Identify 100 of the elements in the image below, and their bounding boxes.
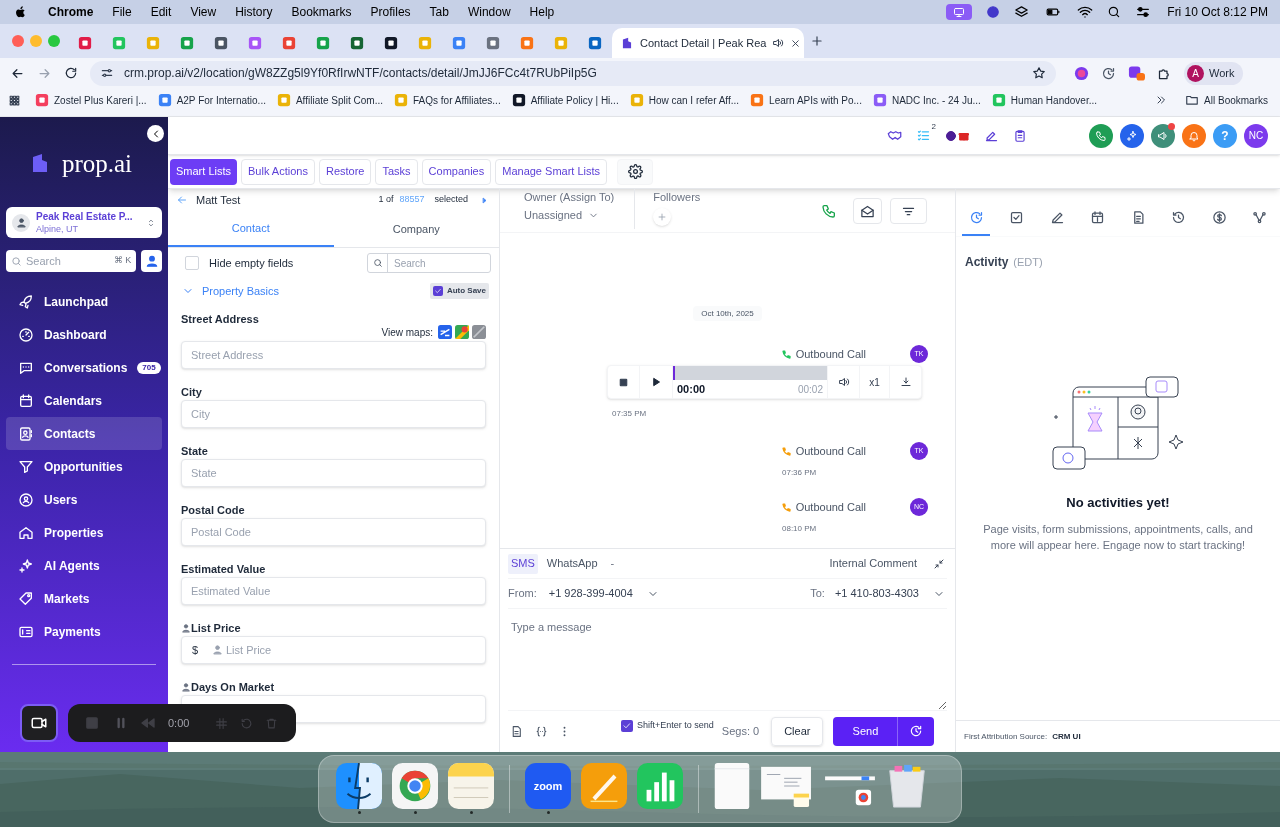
- send-button[interactable]: Send: [833, 716, 898, 746]
- bookmark[interactable]: Zostel Plus Kareri |...: [35, 92, 147, 108]
- schedule-button[interactable]: [897, 716, 935, 746]
- circle-icon[interactable]: [945, 129, 957, 142]
- bookmark[interactable]: A2P For Internatio...: [157, 92, 266, 108]
- toolbar-tab[interactable]: Manage Smart Lists: [495, 158, 608, 185]
- filter-button[interactable]: [890, 198, 927, 224]
- menu-item[interactable]: Edit: [150, 3, 172, 21]
- apple-menu-icon[interactable]: [14, 5, 28, 19]
- sidebar-item[interactable]: Properties: [6, 516, 162, 549]
- browser-tab[interactable]: Contact Detail | Peak Rea: [612, 28, 804, 58]
- location-switcher[interactable]: Peak Real Estate P... Alpine, UT: [6, 207, 162, 238]
- screen-share-icon[interactable]: [946, 4, 973, 20]
- user-avatar[interactable]: NC: [1244, 123, 1268, 148]
- site-settings-icon[interactable]: [100, 66, 114, 80]
- menu-item[interactable]: View: [190, 3, 217, 21]
- email-button[interactable]: [853, 198, 882, 224]
- panel-tab[interactable]: Contact: [168, 212, 334, 247]
- call-button[interactable]: [1089, 123, 1113, 148]
- checkbox[interactable]: [185, 256, 199, 270]
- speed-button[interactable]: x1: [859, 366, 889, 398]
- to-dropdown[interactable]: To: +1 410-803-4303: [810, 585, 947, 602]
- menu-item[interactable]: File: [112, 3, 132, 21]
- owner-dropdown[interactable]: Unassigned: [524, 207, 615, 224]
- apps-icon[interactable]: [8, 93, 21, 107]
- braces-icon[interactable]: [535, 724, 548, 738]
- smiling-face-app-icon[interactable]: [336, 763, 382, 809]
- search-field[interactable]: Search ⌘ K: [6, 250, 137, 272]
- sidebar-item[interactable]: Payments: [6, 615, 162, 648]
- channel-tab[interactable]: SMS: [508, 553, 538, 574]
- channel-tab[interactable]: WhatsApp: [543, 553, 601, 574]
- bookmark-star-icon[interactable]: [1032, 66, 1046, 80]
- input-field[interactable]: City: [181, 400, 486, 428]
- bar-chart-app-icon[interactable]: [637, 763, 683, 809]
- bookmark[interactable]: FAQs for Affiliates...: [394, 92, 501, 108]
- announcements-button[interactable]: [1151, 123, 1175, 148]
- sidebar-item[interactable]: Opportunities: [6, 450, 162, 483]
- sidebar-item[interactable]: Markets: [6, 582, 162, 615]
- control-center-icon[interactable]: [1135, 4, 1152, 20]
- settings-button[interactable]: [617, 158, 654, 185]
- sidebar-item[interactable]: AI Agents: [6, 549, 162, 582]
- clipboard-icon[interactable]: [1013, 128, 1027, 143]
- input-field[interactable]: State: [181, 459, 486, 487]
- sidebar-item[interactable]: Launchpad: [6, 285, 162, 318]
- phone-icon[interactable]: [821, 203, 837, 219]
- panel-tab[interactable]: Company: [333, 212, 499, 247]
- checkbox[interactable]: [432, 286, 443, 296]
- toolbar-tab[interactable]: Bulk Actions: [241, 158, 315, 185]
- progress-track[interactable]: 00:00 00:02: [673, 366, 827, 398]
- trash-can-icon[interactable]: [886, 763, 928, 809]
- all-bookmarks-button[interactable]: All Bookmarks: [1185, 92, 1268, 108]
- toolbar-tab[interactable]: Smart Lists: [170, 158, 237, 185]
- sidebar-item[interactable]: Contacts: [6, 417, 162, 450]
- browser-app-icon[interactable]: [392, 763, 438, 809]
- sidebar-item[interactable]: Dashboard: [6, 318, 162, 351]
- menu-item[interactable]: Tab: [429, 3, 449, 21]
- new-tab-icon[interactable]: [810, 34, 824, 48]
- bookmark[interactable]: Affiliate Policy | Hi...: [511, 92, 619, 108]
- search-icon[interactable]: [1107, 5, 1122, 19]
- alarm-icon[interactable]: [1101, 65, 1116, 81]
- map-thumbnail-icon[interactable]: [472, 325, 486, 339]
- bookmark[interactable]: Learn APIs with Po...: [750, 92, 862, 108]
- handshake-icon[interactable]: [887, 128, 902, 143]
- bookmark[interactable]: Human Handover...: [991, 92, 1097, 108]
- menu-item[interactable]: Bookmarks: [291, 3, 352, 21]
- toolbar-tab[interactable]: Tasks: [375, 158, 418, 185]
- collapse-icon[interactable]: [933, 557, 945, 570]
- checkbox[interactable]: [621, 720, 633, 732]
- internal-comment-tab[interactable]: Internal Comment: [829, 555, 917, 572]
- more-bookmarks-icon[interactable]: [1155, 94, 1168, 106]
- caret-right-icon[interactable]: [480, 195, 489, 205]
- sidebar-item[interactable]: Users: [6, 483, 162, 516]
- document-icon[interactable]: [510, 724, 523, 738]
- menu-bar-clock[interactable]: Fri 10 Oct 8:12 PM: [1167, 3, 1268, 21]
- speaker-icon[interactable]: [772, 37, 785, 49]
- menu-item[interactable]: Profiles: [370, 3, 411, 21]
- section-title[interactable]: Property Basics: [202, 282, 280, 300]
- reload-icon[interactable]: [64, 66, 78, 80]
- ai-button[interactable]: [1120, 123, 1144, 148]
- sidebar-item[interactable]: Calendars: [6, 384, 162, 417]
- app-menu[interactable]: Chrome: [48, 3, 94, 21]
- input-field[interactable]: Postal Code: [181, 518, 486, 546]
- map-app-icon[interactable]: [438, 325, 452, 339]
- extension-icon[interactable]: [1128, 65, 1145, 81]
- bookmark[interactable]: How can I refer Aff...: [629, 92, 740, 108]
- collapse-sidebar-button[interactable]: [147, 125, 164, 142]
- map-pin-icon[interactable]: [455, 325, 469, 339]
- notepad-app-icon[interactable]: [448, 763, 494, 809]
- app-icon[interactable]: zoom: [525, 763, 571, 809]
- bookmark[interactable]: Affiliate Split Com...: [276, 92, 384, 108]
- message-field[interactable]: Type a message: [508, 613, 947, 711]
- input-field[interactable]: Street Address: [181, 341, 486, 369]
- pen-app-icon[interactable]: [581, 763, 627, 809]
- close-icon[interactable]: [790, 37, 802, 49]
- menu-item[interactable]: Help: [529, 3, 555, 21]
- profile-button[interactable]: [141, 250, 162, 272]
- address-bar[interactable]: crm.prop.ai/v2/location/gW8ZZg5l9Yf0RfIrwNTF/contacts/detail/JmJJ6FCc4t7RUbPiIp5G: [90, 60, 1056, 86]
- profile-button[interactable]: A Work: [1184, 61, 1244, 85]
- input-field[interactable]: Estimated Value: [181, 577, 486, 605]
- menu-item[interactable]: History: [235, 3, 273, 21]
